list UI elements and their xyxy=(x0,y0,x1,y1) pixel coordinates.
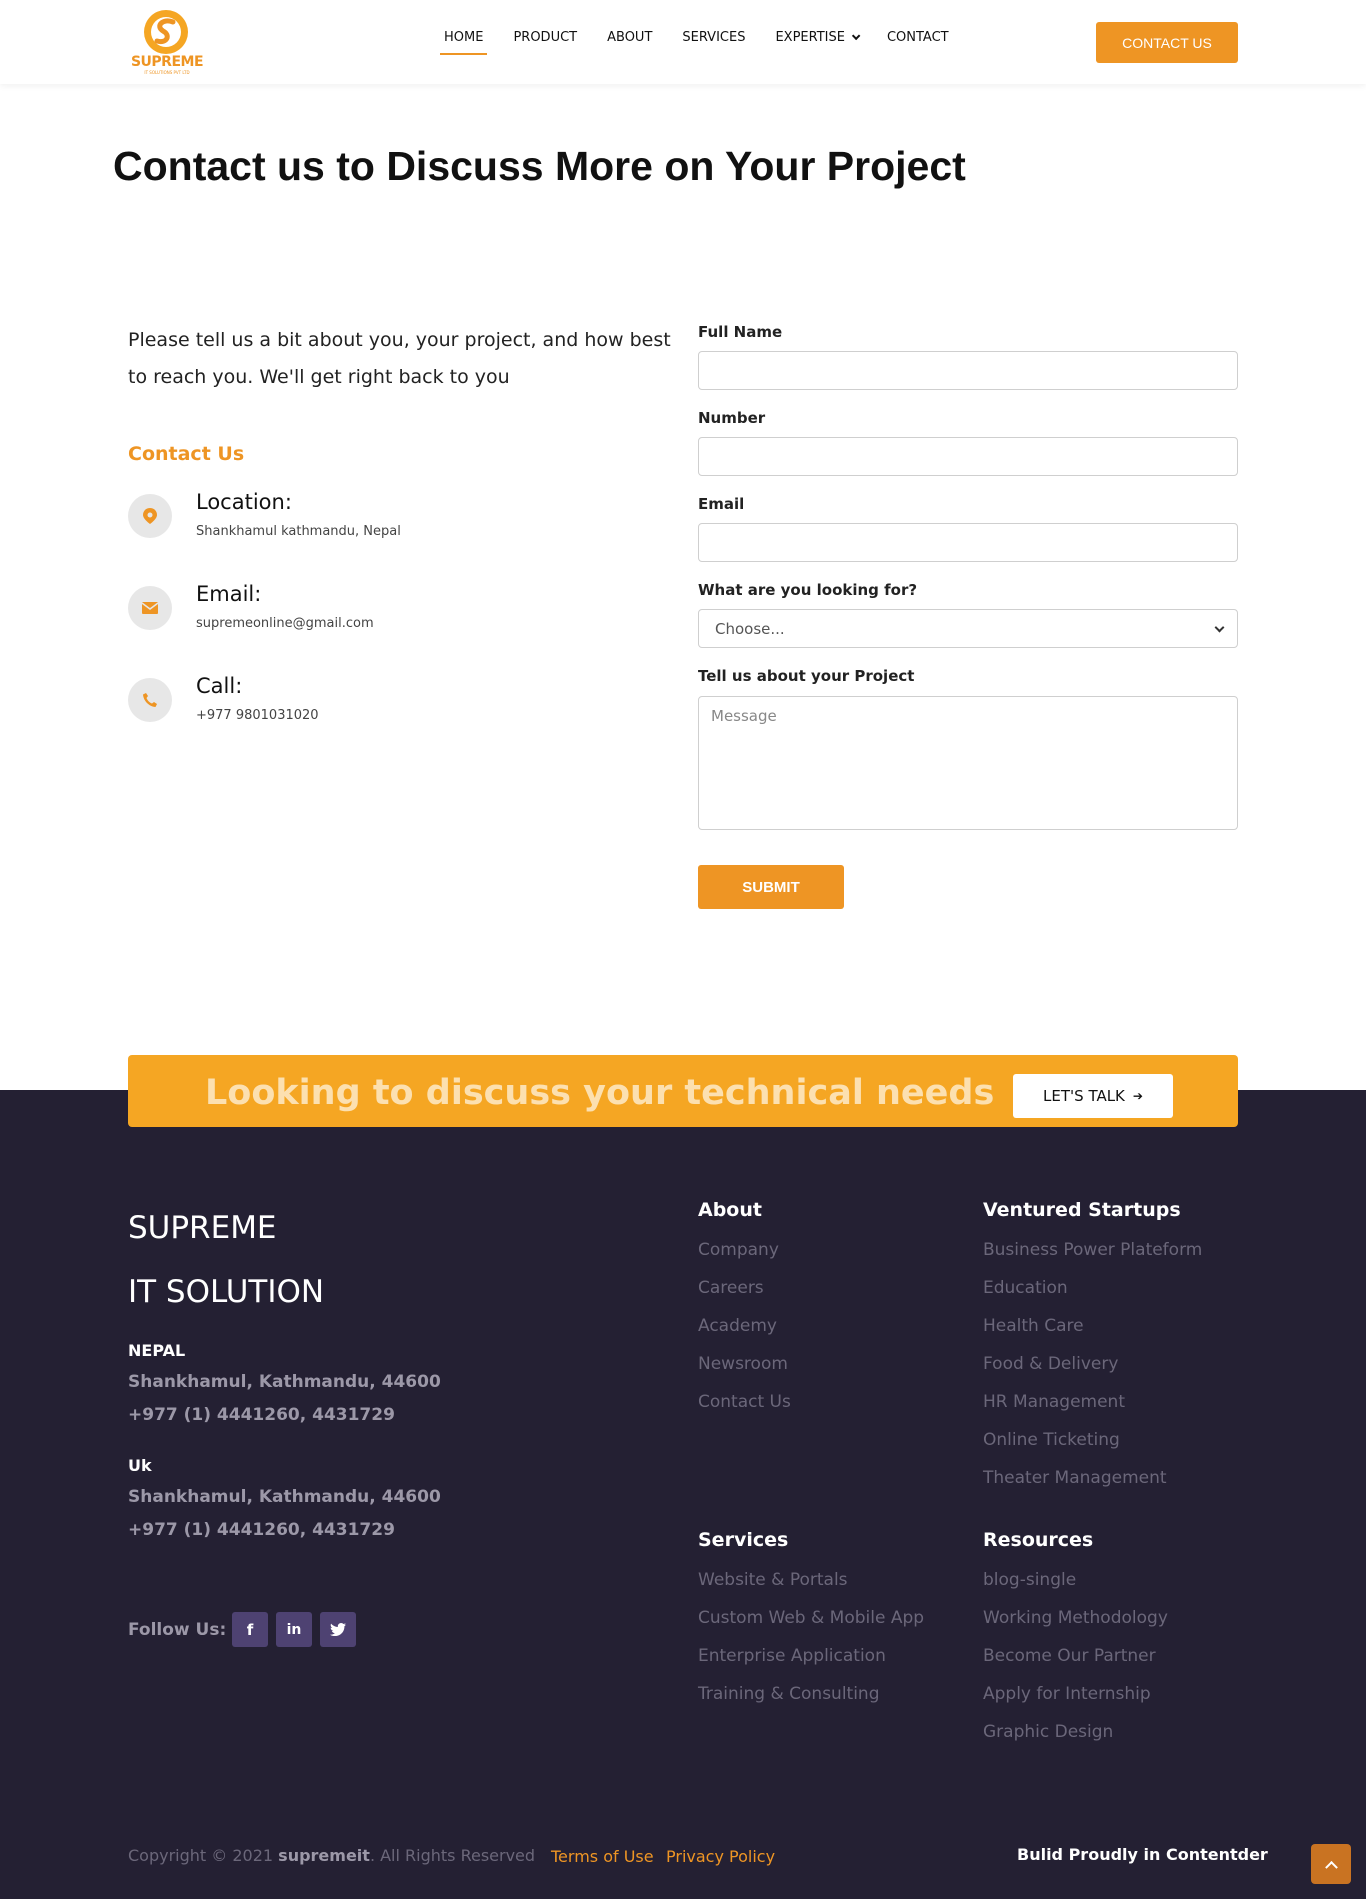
full-name-input[interactable] xyxy=(698,351,1238,390)
footer-link[interactable]: Contact Us xyxy=(698,1392,791,1412)
footer-link[interactable]: Training & Consulting xyxy=(698,1684,880,1704)
intro-text: Please tell us a bit about you, your pro… xyxy=(128,329,671,388)
footer-link[interactable]: Newsroom xyxy=(698,1354,788,1374)
submit-button[interactable]: SUBMIT xyxy=(698,865,844,909)
message-textarea[interactable]: Message xyxy=(698,696,1238,830)
site-header: SUPREME IT SOLUTIONS PVT LTD HOME PRODUC… xyxy=(0,0,1366,84)
number-input[interactable] xyxy=(698,437,1238,476)
info-call: Call: +977 9801031020 xyxy=(128,674,628,734)
full-name-label: Full Name xyxy=(698,323,783,341)
info-value: Shankhamul kathmandu, Nepal xyxy=(196,524,401,539)
footer-link[interactable]: Business Power Plateform xyxy=(983,1240,1202,1260)
info-email: Email: supremeonline@gmail.com xyxy=(128,582,628,642)
copyright-prefix: Copyright © 2021 xyxy=(128,1846,274,1865)
nav-contact[interactable]: CONTACT xyxy=(887,30,949,45)
office-country: Uk xyxy=(128,1456,152,1475)
footer-link[interactable]: blog-single xyxy=(983,1570,1076,1590)
main-nav: HOME PRODUCT ABOUT SERVICES EXPERTISE CO… xyxy=(439,30,979,55)
linkedin-icon[interactable]: in xyxy=(276,1612,312,1647)
nav-product[interactable]: PRODUCT xyxy=(513,30,577,45)
logo-mark-icon xyxy=(144,10,188,54)
footer-services-title: Services xyxy=(698,1529,789,1551)
map-pin-icon xyxy=(128,494,172,538)
nav-home[interactable]: HOME xyxy=(439,30,488,55)
contact-heading: Contact Us xyxy=(128,443,245,465)
footer-link[interactable]: Company xyxy=(698,1240,779,1260)
logo-subtext: IT SOLUTIONS PVT LTD xyxy=(144,70,190,75)
copyright-suffix: . All Rights Reserved xyxy=(369,1846,536,1865)
office-phone: +977 (1) 4441260, 4431729 xyxy=(128,1405,395,1425)
follow-us-label: Follow Us: xyxy=(128,1620,227,1640)
footer-link[interactable]: Theater Management xyxy=(983,1468,1167,1488)
copyright-brand[interactable]: supremeit xyxy=(278,1846,370,1865)
footer-link[interactable]: Academy xyxy=(698,1316,777,1336)
envelope-icon xyxy=(128,586,172,630)
footer-link[interactable]: Education xyxy=(983,1278,1068,1298)
chevron-up-icon xyxy=(1324,1860,1338,1874)
number-label: Number xyxy=(698,409,766,427)
footer-link[interactable]: Health Care xyxy=(983,1316,1084,1336)
office-address: Shankhamul, Kathmandu, 44600 xyxy=(128,1372,441,1392)
project-label: Tell us about your Project xyxy=(698,667,915,685)
arrow-right-icon: ➔ xyxy=(1132,1089,1143,1103)
contact-us-button[interactable]: CONTACT US xyxy=(1096,22,1238,63)
footer-link[interactable]: Enterprise Application xyxy=(698,1646,886,1666)
footer-about-title: About xyxy=(698,1199,762,1221)
lets-talk-button[interactable]: LET'S TALK ➔ xyxy=(1013,1074,1173,1118)
chevron-down-icon xyxy=(1214,622,1225,633)
office-phone: +977 (1) 4441260, 4431729 xyxy=(128,1520,395,1540)
footer-link[interactable]: Website & Portals xyxy=(698,1570,848,1590)
footer-link[interactable]: Food & Delivery xyxy=(983,1354,1118,1374)
looking-for-select[interactable]: Choose... xyxy=(698,609,1238,648)
lets-talk-label: LET'S TALK xyxy=(1043,1087,1125,1105)
info-title: Email: xyxy=(196,582,262,606)
footer-link[interactable]: Apply for Internship xyxy=(983,1684,1151,1704)
email-label: Email xyxy=(698,495,745,513)
page-title: Contact us to Discuss More on Your Proje… xyxy=(113,143,966,189)
privacy-link[interactable]: Privacy Policy xyxy=(666,1847,775,1866)
info-location: Location: Shankhamul kathmandu, Nepal xyxy=(128,490,628,550)
banner-text: Looking to discuss your technical needs xyxy=(205,1073,995,1113)
footer-link[interactable]: Careers xyxy=(698,1278,764,1298)
info-value[interactable]: +977 9801031020 xyxy=(196,708,319,723)
footer-brand-line1: SUPREME xyxy=(128,1210,277,1246)
office-country: NEPAL xyxy=(128,1341,186,1360)
footer-ventured-title: Ventured Startups xyxy=(983,1199,1181,1221)
linkedin-glyph: in xyxy=(286,1621,302,1638)
chevron-down-icon xyxy=(851,31,861,41)
phone-icon xyxy=(128,678,172,722)
scroll-to-top-button[interactable] xyxy=(1311,1844,1351,1884)
twitter-bird xyxy=(330,1623,346,1636)
office-address: Shankhamul, Kathmandu, 44600 xyxy=(128,1487,441,1507)
logo[interactable]: SUPREME IT SOLUTIONS PVT LTD xyxy=(127,8,207,76)
twitter-icon[interactable] xyxy=(320,1612,356,1647)
footer-brand-line2: IT SOLUTION xyxy=(128,1274,325,1310)
nav-expertise[interactable]: EXPERTISE xyxy=(775,30,861,45)
footer-link[interactable]: Custom Web & Mobile App xyxy=(698,1608,924,1628)
footer-link[interactable]: Online Ticketing xyxy=(983,1430,1120,1450)
copyright: Copyright © 2021 supremeit. All Rights R… xyxy=(128,1846,535,1865)
footer-link[interactable]: Working Methodology xyxy=(983,1608,1168,1628)
nav-about[interactable]: ABOUT xyxy=(607,30,652,45)
facebook-icon[interactable]: f xyxy=(232,1612,268,1647)
facebook-glyph: f xyxy=(246,1620,254,1639)
info-title: Location: xyxy=(196,490,292,514)
footer-link[interactable]: Become Our Partner xyxy=(983,1646,1156,1666)
select-value: Choose... xyxy=(715,620,785,638)
footer-resources-title: Resources xyxy=(983,1529,1094,1551)
nav-expertise-label: EXPERTISE xyxy=(775,30,845,45)
cta-banner: Looking to discuss your technical needs … xyxy=(128,1055,1238,1127)
built-with-text: Bulid Proudly in Contentder xyxy=(1017,1845,1268,1864)
info-title: Call: xyxy=(196,674,243,698)
nav-services[interactable]: SERVICES xyxy=(682,30,745,45)
email-input[interactable] xyxy=(698,523,1238,562)
looking-for-label: What are you looking for? xyxy=(698,581,918,599)
logo-text: SUPREME xyxy=(130,54,204,70)
footer-link[interactable]: HR Management xyxy=(983,1392,1125,1412)
terms-link[interactable]: Terms of Use xyxy=(551,1847,654,1866)
info-value[interactable]: supremeonline@gmail.com xyxy=(196,616,374,631)
footer-link[interactable]: Graphic Design xyxy=(983,1722,1113,1742)
message-placeholder: Message xyxy=(711,707,777,725)
